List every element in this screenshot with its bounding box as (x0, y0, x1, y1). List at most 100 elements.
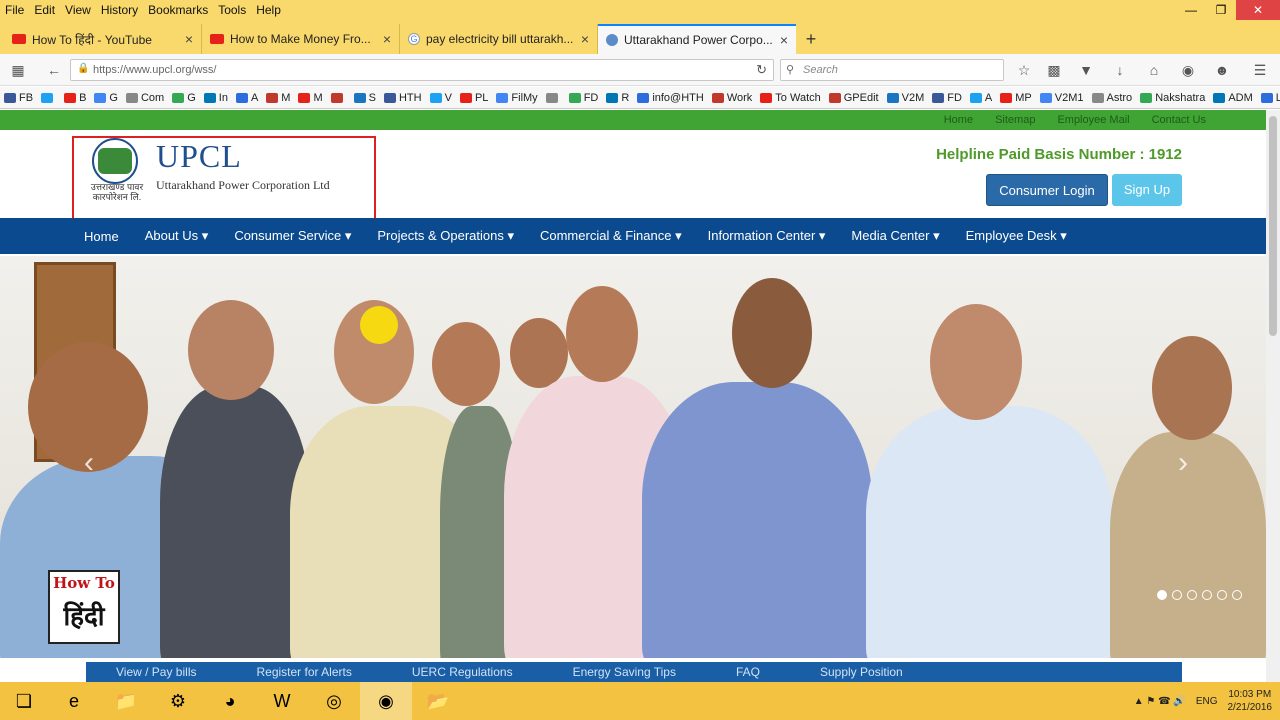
search-input[interactable]: ⚲ Search (780, 59, 1004, 81)
url-bar[interactable]: 🔒 https://www.upcl.org/wss/ ↻ (70, 59, 774, 81)
bookmark-item[interactable]: G (94, 92, 118, 104)
close-tab-icon[interactable]: × (185, 31, 193, 47)
menu-history[interactable]: History (96, 3, 143, 17)
media-icon[interactable]: ◕ (204, 682, 256, 720)
carousel-dot[interactable] (1232, 590, 1242, 600)
bookmark-item[interactable]: info@HTH (637, 92, 704, 104)
bookmark-item[interactable]: PL (459, 92, 488, 104)
tray-icons[interactable]: ▲ ⚑ ☎ 🔊 (1134, 696, 1186, 707)
menu-help[interactable]: Help (251, 3, 286, 17)
toplink-employee-mail[interactable]: Employee Mail (1057, 114, 1129, 126)
pocket-icon[interactable]: ▼ (1076, 60, 1096, 80)
bookmark-item[interactable]: FilMy (496, 92, 538, 104)
quicklink-register-alerts[interactable]: Register for Alerts (256, 665, 351, 679)
toplink-sitemap[interactable]: Sitemap (995, 114, 1035, 126)
bookmark-item[interactable]: S (353, 92, 376, 104)
quicklink-uerc-regulations[interactable]: UERC Regulations (412, 665, 513, 679)
bookmark-item[interactable] (41, 92, 56, 103)
bookmark-item[interactable]: Nakshatra (1140, 92, 1205, 104)
nav-employee-desk[interactable]: Employee Desk ▾ (966, 228, 1067, 244)
close-tab-icon[interactable]: × (581, 31, 589, 47)
logo-title[interactable]: UPCL (156, 138, 242, 175)
hamburger-menu-icon[interactable]: ☰ (1250, 60, 1270, 80)
bookmark-item[interactable]: V2M (886, 92, 924, 104)
word-icon[interactable]: W (256, 682, 308, 720)
file-explorer-icon[interactable]: 📁 (100, 682, 152, 720)
nav-commercial-finance[interactable]: Commercial & Finance ▾ (540, 228, 682, 244)
consumer-login-button[interactable]: Consumer Login (986, 174, 1108, 206)
close-window-icon[interactable]: ✕ (1236, 0, 1280, 20)
bookmark-item[interactable]: A (235, 92, 258, 104)
bookmark-item[interactable]: In (203, 92, 228, 104)
carousel-dot[interactable] (1157, 590, 1167, 600)
minimize-icon[interactable]: — (1176, 0, 1206, 20)
nav-about-us[interactable]: About Us ▾ (145, 228, 209, 244)
carousel-dot[interactable] (1217, 590, 1227, 600)
sign-up-button[interactable]: Sign Up (1112, 174, 1182, 206)
bookmark-item[interactable]: M (298, 92, 323, 104)
bookmark-item[interactable] (545, 92, 561, 103)
close-tab-icon[interactable]: × (383, 31, 391, 47)
page-scrollbar[interactable] (1266, 110, 1280, 682)
toplink-home[interactable]: Home (944, 114, 973, 126)
menu-edit[interactable]: Edit (29, 3, 60, 17)
reload-icon[interactable]: ↻ (756, 62, 767, 78)
carousel-dot[interactable] (1187, 590, 1197, 600)
scrollbar-thumb[interactable] (1269, 116, 1277, 336)
bookmark-item[interactable]: M (266, 92, 290, 104)
bookmark-item[interactable]: G (172, 92, 196, 104)
menu-bookmarks[interactable]: Bookmarks (143, 3, 213, 17)
account-icon[interactable]: ▦ (8, 60, 28, 80)
carousel-next-icon[interactable]: › (1178, 446, 1188, 480)
nav-home[interactable]: Home (84, 229, 119, 244)
quicklink-view-pay-bills[interactable]: View / Pay bills (116, 665, 196, 679)
bookmark-item[interactable] (330, 92, 346, 103)
bookmark-item[interactable]: Com (125, 92, 164, 104)
upcl-logo-icon[interactable] (92, 138, 138, 184)
chat-icon[interactable]: ◉ (1178, 60, 1198, 80)
language-indicator[interactable]: ENG (1196, 696, 1218, 707)
back-icon[interactable]: ← (44, 60, 64, 80)
bookmark-star-icon[interactable]: ☆ (1014, 60, 1034, 80)
firefox-icon[interactable]: ◉ (360, 682, 412, 720)
toplink-contact-us[interactable]: Contact Us (1152, 114, 1206, 126)
nav-projects-operations[interactable]: Projects & Operations ▾ (377, 228, 514, 244)
menu-view[interactable]: View (60, 3, 96, 17)
chrome-icon[interactable]: ◎ (308, 682, 360, 720)
tab-google-search[interactable]: G pay electricity bill uttarakh... × (400, 24, 598, 54)
bookmark-item[interactable]: FD (568, 92, 598, 104)
bookmark-item[interactable]: FB (4, 92, 33, 104)
app-icon[interactable]: ⚙ (152, 682, 204, 720)
bookmark-item[interactable]: GPEdit (828, 92, 879, 104)
quicklink-faq[interactable]: FAQ (736, 665, 760, 679)
bookmark-item[interactable]: A (969, 92, 992, 104)
bookmark-item[interactable]: Work (711, 92, 752, 104)
menu-file[interactable]: File (0, 3, 29, 17)
bookmark-item[interactable]: HTH (383, 92, 422, 104)
nav-media-center[interactable]: Media Center ▾ (851, 228, 939, 244)
quicklink-supply-position[interactable]: Supply Position (820, 665, 903, 679)
home-icon[interactable]: ⌂ (1144, 60, 1164, 80)
tab-youtube-howto[interactable]: How To हिंदी - YouTube × (4, 24, 202, 54)
bookmark-item[interactable]: LS (1260, 92, 1280, 104)
new-tab-button[interactable]: + (796, 24, 826, 54)
quicklink-energy-saving[interactable]: Energy Saving Tips (573, 665, 676, 679)
bookmark-item[interactable]: FD (932, 92, 962, 104)
download-icon[interactable]: ↓ (1110, 60, 1130, 80)
carousel-dot[interactable] (1202, 590, 1212, 600)
bookmark-item[interactable]: ADM (1213, 92, 1253, 104)
carousel-dot[interactable] (1172, 590, 1182, 600)
internet-explorer-icon[interactable]: e (48, 682, 100, 720)
bookmark-item[interactable]: V (429, 92, 452, 104)
carousel-prev-icon[interactable]: ‹ (84, 446, 94, 480)
tab-upcl[interactable]: Uttarakhand Power Corpo... × (598, 24, 796, 54)
sync-icon[interactable]: ☻ (1212, 60, 1232, 80)
bookmark-item[interactable]: V2M1 (1039, 92, 1084, 104)
tab-youtube-money[interactable]: How to Make Money Fro... × (202, 24, 400, 54)
close-tab-icon[interactable]: × (780, 32, 788, 48)
bookmark-item[interactable]: B (64, 92, 86, 104)
bookmark-item[interactable]: MP (1000, 92, 1032, 104)
nav-consumer-service[interactable]: Consumer Service ▾ (234, 228, 351, 244)
bookmark-item[interactable]: Astro (1091, 92, 1132, 104)
bookmark-item[interactable]: R (606, 92, 629, 104)
